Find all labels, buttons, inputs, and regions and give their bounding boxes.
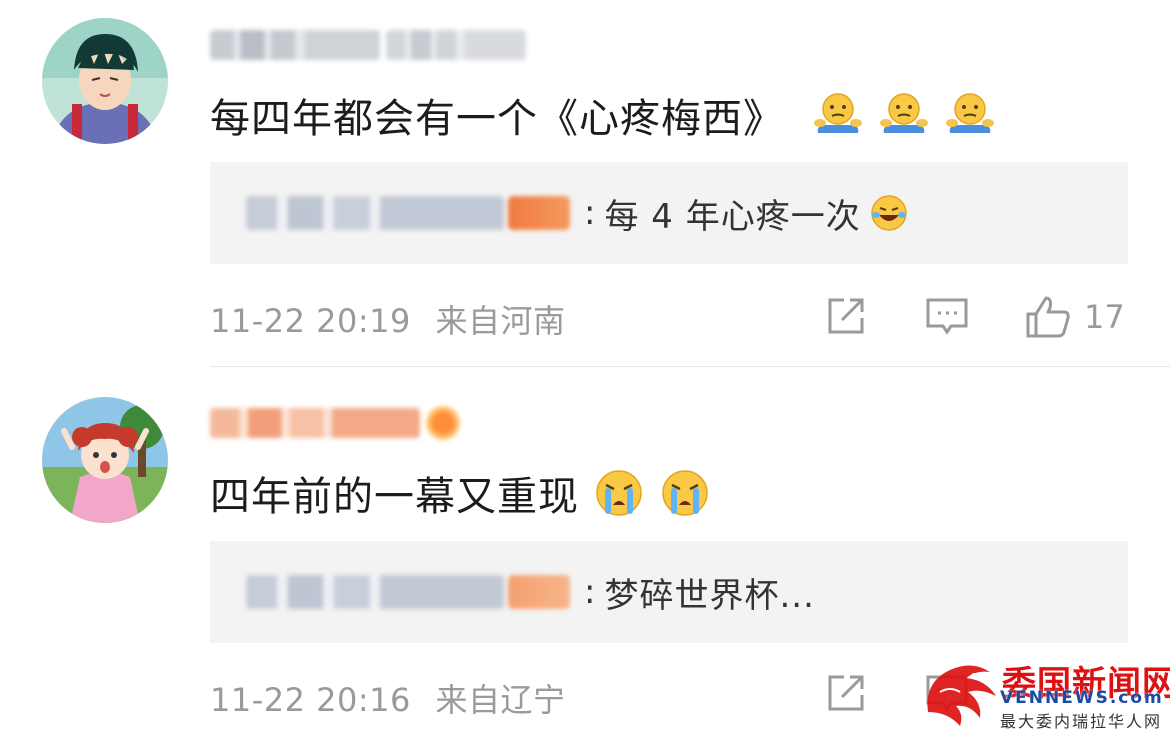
reply-text: : 梦碎世界杯...	[584, 568, 815, 617]
reply-preview[interactable]: : 每 4 年心疼一次	[210, 162, 1128, 264]
username-blurred[interactable]	[210, 24, 526, 66]
site-watermark: 委国新闻网 VENNEWS.com 最大委内瑞拉华人网	[920, 652, 1170, 730]
reply-text: : 每 4 年心疼一次	[584, 189, 909, 238]
reply-separator: :	[584, 572, 597, 612]
share-button[interactable]	[824, 294, 868, 338]
reply-text-content: 梦碎世界杯...	[604, 575, 815, 616]
username-blur	[210, 408, 420, 438]
username-blur-suffix	[386, 30, 526, 60]
avatar[interactable]	[42, 18, 168, 144]
comment-button[interactable]	[924, 294, 970, 338]
reply-user-badge	[508, 575, 570, 609]
watermark-url: VENNEWS.com	[1000, 688, 1164, 708]
crying-emoji-icon	[659, 467, 711, 519]
watermark-subtitle: 最大委内瑞拉华人网	[1000, 712, 1163, 730]
reply-separator: :	[584, 193, 597, 233]
comment-time: 11-22 20:16	[210, 681, 411, 719]
reply-text-content: 每 4 年心疼一次	[604, 196, 861, 237]
thumbs-up-icon	[1026, 296, 1070, 338]
shrug-emoji-icon	[878, 89, 930, 141]
comment-text: 四年前的一幕又重现	[210, 464, 711, 522]
comment-text-content: 每四年都会有一个《心疼梅西》	[210, 96, 784, 142]
reply-user-badge	[508, 196, 570, 230]
comment-location: 来自河南	[435, 302, 566, 340]
comment-meta: 11-22 20:19 来自河南	[210, 296, 566, 342]
like-count: 17	[1084, 298, 1125, 336]
comment-time: 11-22 20:19	[210, 302, 411, 340]
comment-item: 每四年都会有一个《心疼梅西》: 每 4 年心疼一次 11-22 20:19 来…	[0, 0, 1170, 366]
member-badge-icon	[426, 406, 460, 440]
reply-preview[interactable]: : 梦碎世界杯...	[210, 541, 1128, 643]
laugh-cry-emoji-icon	[869, 193, 909, 233]
reply-username-blur	[246, 196, 504, 230]
crying-emoji-icon	[593, 467, 645, 519]
reply-username-blur	[246, 575, 504, 609]
comment-text-content: 四年前的一幕又重现	[210, 474, 579, 520]
dragon-logo-icon	[927, 665, 996, 726]
avatar[interactable]	[42, 397, 168, 523]
shrug-emoji-icon	[944, 89, 996, 141]
comment-location: 来自辽宁	[435, 681, 566, 719]
share-icon	[828, 675, 864, 711]
comment-text: 每四年都会有一个《心疼梅西》	[210, 86, 996, 144]
username-blurred[interactable]	[210, 402, 460, 444]
share-button[interactable]	[824, 671, 868, 715]
comment-meta: 11-22 20:16 来自辽宁	[210, 675, 566, 721]
comment-icon	[926, 298, 968, 335]
share-icon	[828, 298, 864, 334]
username-blur	[210, 30, 380, 60]
like-button[interactable]: 17	[1024, 294, 1125, 340]
shrug-emoji-icon	[812, 89, 864, 141]
